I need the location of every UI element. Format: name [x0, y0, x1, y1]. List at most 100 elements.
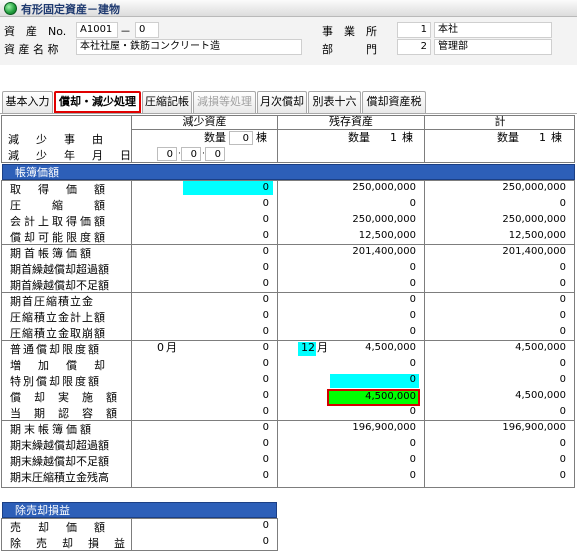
dec-month-unit: 月 [166, 341, 177, 354]
tot-value: 250,000,000 [502, 214, 566, 225]
row-label: 特別償却限度額 [10, 375, 101, 388]
rem-value: 0 [409, 326, 416, 337]
dec-value: 0 [262, 214, 269, 225]
rem-month-value[interactable]: 12 [301, 341, 315, 355]
row-label: 圧 縮 額 [10, 199, 108, 212]
date-dot-icon: · [178, 149, 181, 159]
row-label: 期首繰越償却超過額 [10, 263, 109, 276]
dec-value: 0 [262, 358, 269, 369]
tot-value: 12,500,000 [508, 230, 566, 241]
dec-value: 0 [262, 278, 269, 289]
tot-value: 0 [559, 438, 566, 449]
tab-bar: 基本入力 償却・減少処理 圧縮記帳 減損等処理 月次償却 別表十六 償却資産税 [0, 91, 577, 113]
office-label: 事 業 所 [322, 25, 377, 38]
window-title: 有形固定資産－建物 [21, 3, 120, 16]
tab-compression[interactable]: 圧縮記帳 [142, 91, 192, 113]
tot-value: 4,500,000 [515, 342, 566, 353]
rem-value: 0 [409, 310, 416, 321]
tab-monthly[interactable]: 月次償却 [257, 91, 307, 113]
dec-value: 0 [262, 230, 269, 241]
date-label: 減 少 年 月 日 [8, 149, 134, 162]
rem-value: 0 [409, 262, 416, 273]
dept-code-field[interactable]: 2 [397, 39, 431, 55]
tot-qty-label: 数量 [497, 131, 519, 144]
rem-qty-unit: 棟 [402, 131, 413, 144]
dec-qty-label: 数量 [204, 131, 226, 144]
dec-date-year[interactable]: 0 [157, 147, 177, 161]
dec-date-month[interactable]: 0 [181, 147, 201, 161]
rem-value: 250,000,000 [352, 214, 416, 225]
rem-value: 201,400,000 [352, 246, 416, 257]
rem-value: 12,500,000 [358, 230, 416, 241]
tot-value: 0 [559, 358, 566, 369]
rem-value[interactable]: 0 [320, 373, 416, 387]
row-label: 期末帳簿価額 [10, 423, 94, 436]
rem-value: 0 [409, 278, 416, 289]
row-label: 普通償却限度額 [10, 343, 101, 356]
dec-value: 0 [262, 438, 269, 449]
title-bar: 有形固定資産－建物 [0, 0, 577, 17]
row-label: 期末繰越償却超過額 [10, 439, 109, 452]
section-book-value: 帳簿価額 [2, 164, 575, 180]
rem-value[interactable]: 4,500,000 [320, 390, 416, 404]
tab-baseline [0, 113, 577, 114]
row-label: 当 期 認 容 額 [10, 407, 118, 420]
section-sale: 除売却損益 [2, 502, 277, 518]
tot-value: 0 [559, 310, 566, 321]
row-label: 償 却 実 施 額 [10, 391, 118, 404]
tot-qty-unit: 棟 [551, 131, 562, 144]
row-label: 圧縮積立金計上額 [10, 311, 106, 324]
dec-qty-field[interactable]: 0 [229, 131, 253, 145]
dec-value: 0 [262, 454, 269, 465]
tab-depreciation[interactable]: 償却・減少処理 [54, 91, 141, 113]
row-label: 期末繰越償却不足額 [10, 455, 109, 468]
sale-value: 0 [262, 536, 269, 547]
row-label: 増 加 償 却 [10, 359, 108, 372]
dec-date-day[interactable]: 0 [205, 147, 225, 161]
row-label: 売 却 価 額 [10, 521, 108, 534]
dec-value: 0 [262, 406, 269, 417]
asset-name-field[interactable]: 本社社屋・鉄筋コンクリート造 [76, 39, 302, 55]
divider [277, 180, 278, 488]
rem-value: 0 [409, 406, 416, 417]
rem-value: 250,000,000 [352, 182, 416, 193]
dec-value: 0 [262, 422, 269, 433]
tot-value: 0 [559, 262, 566, 273]
office-name-field: 本社 [434, 22, 552, 38]
asset-no-field[interactable]: A1001 [76, 22, 118, 38]
divider [131, 518, 132, 551]
rem-value: 0 [409, 358, 416, 369]
asset-name-label: 資 産 名 称 [4, 43, 59, 56]
row-label: 会計上取得価額 [10, 215, 108, 228]
tab-basic-input[interactable]: 基本入力 [2, 91, 53, 113]
tot-value: 0 [559, 326, 566, 337]
col-total-head: 計 [494, 115, 506, 128]
tot-value: 0 [559, 198, 566, 209]
rem-value: 4,500,000 [365, 342, 416, 353]
dec-qty-unit: 棟 [256, 131, 267, 144]
divider [424, 180, 425, 488]
rem-value: 0 [409, 198, 416, 209]
row-label: 期首圧縮積立金 [10, 295, 94, 308]
dec-value: 0 [262, 198, 269, 209]
dec-value[interactable]: 0 [183, 181, 269, 195]
row-label: 圧縮積立金取崩額 [10, 327, 106, 340]
row-label: 除 売 却 損 益 [10, 537, 127, 550]
sale-value[interactable]: 0 [183, 519, 269, 533]
dept-name-field: 管理部 [434, 39, 552, 55]
office-code-field[interactable]: 1 [397, 22, 431, 38]
asset-sub-field[interactable]: 0 [135, 22, 159, 38]
tab-asset-tax[interactable]: 償却資産税 [362, 91, 426, 113]
asset-header: 資 産 No. A1001 － 0 資 産 名 称 本社社屋・鉄筋コンクリート造… [0, 17, 577, 65]
tot-qty-value: 1 [539, 131, 546, 144]
tot-value: 4,500,000 [515, 390, 566, 401]
tot-value: 250,000,000 [502, 182, 566, 193]
row-label: 取 得 価 額 [10, 183, 108, 196]
tot-value: 0 [559, 294, 566, 305]
rem-value: 0 [409, 470, 416, 481]
tab-impairment[interactable]: 減損等処理 [193, 91, 256, 113]
tab-schedule16[interactable]: 別表十六 [308, 91, 361, 113]
dept-label: 部 門 [322, 43, 377, 56]
row-label: 償却可能限度額 [10, 231, 108, 244]
tot-value: 0 [559, 406, 566, 417]
